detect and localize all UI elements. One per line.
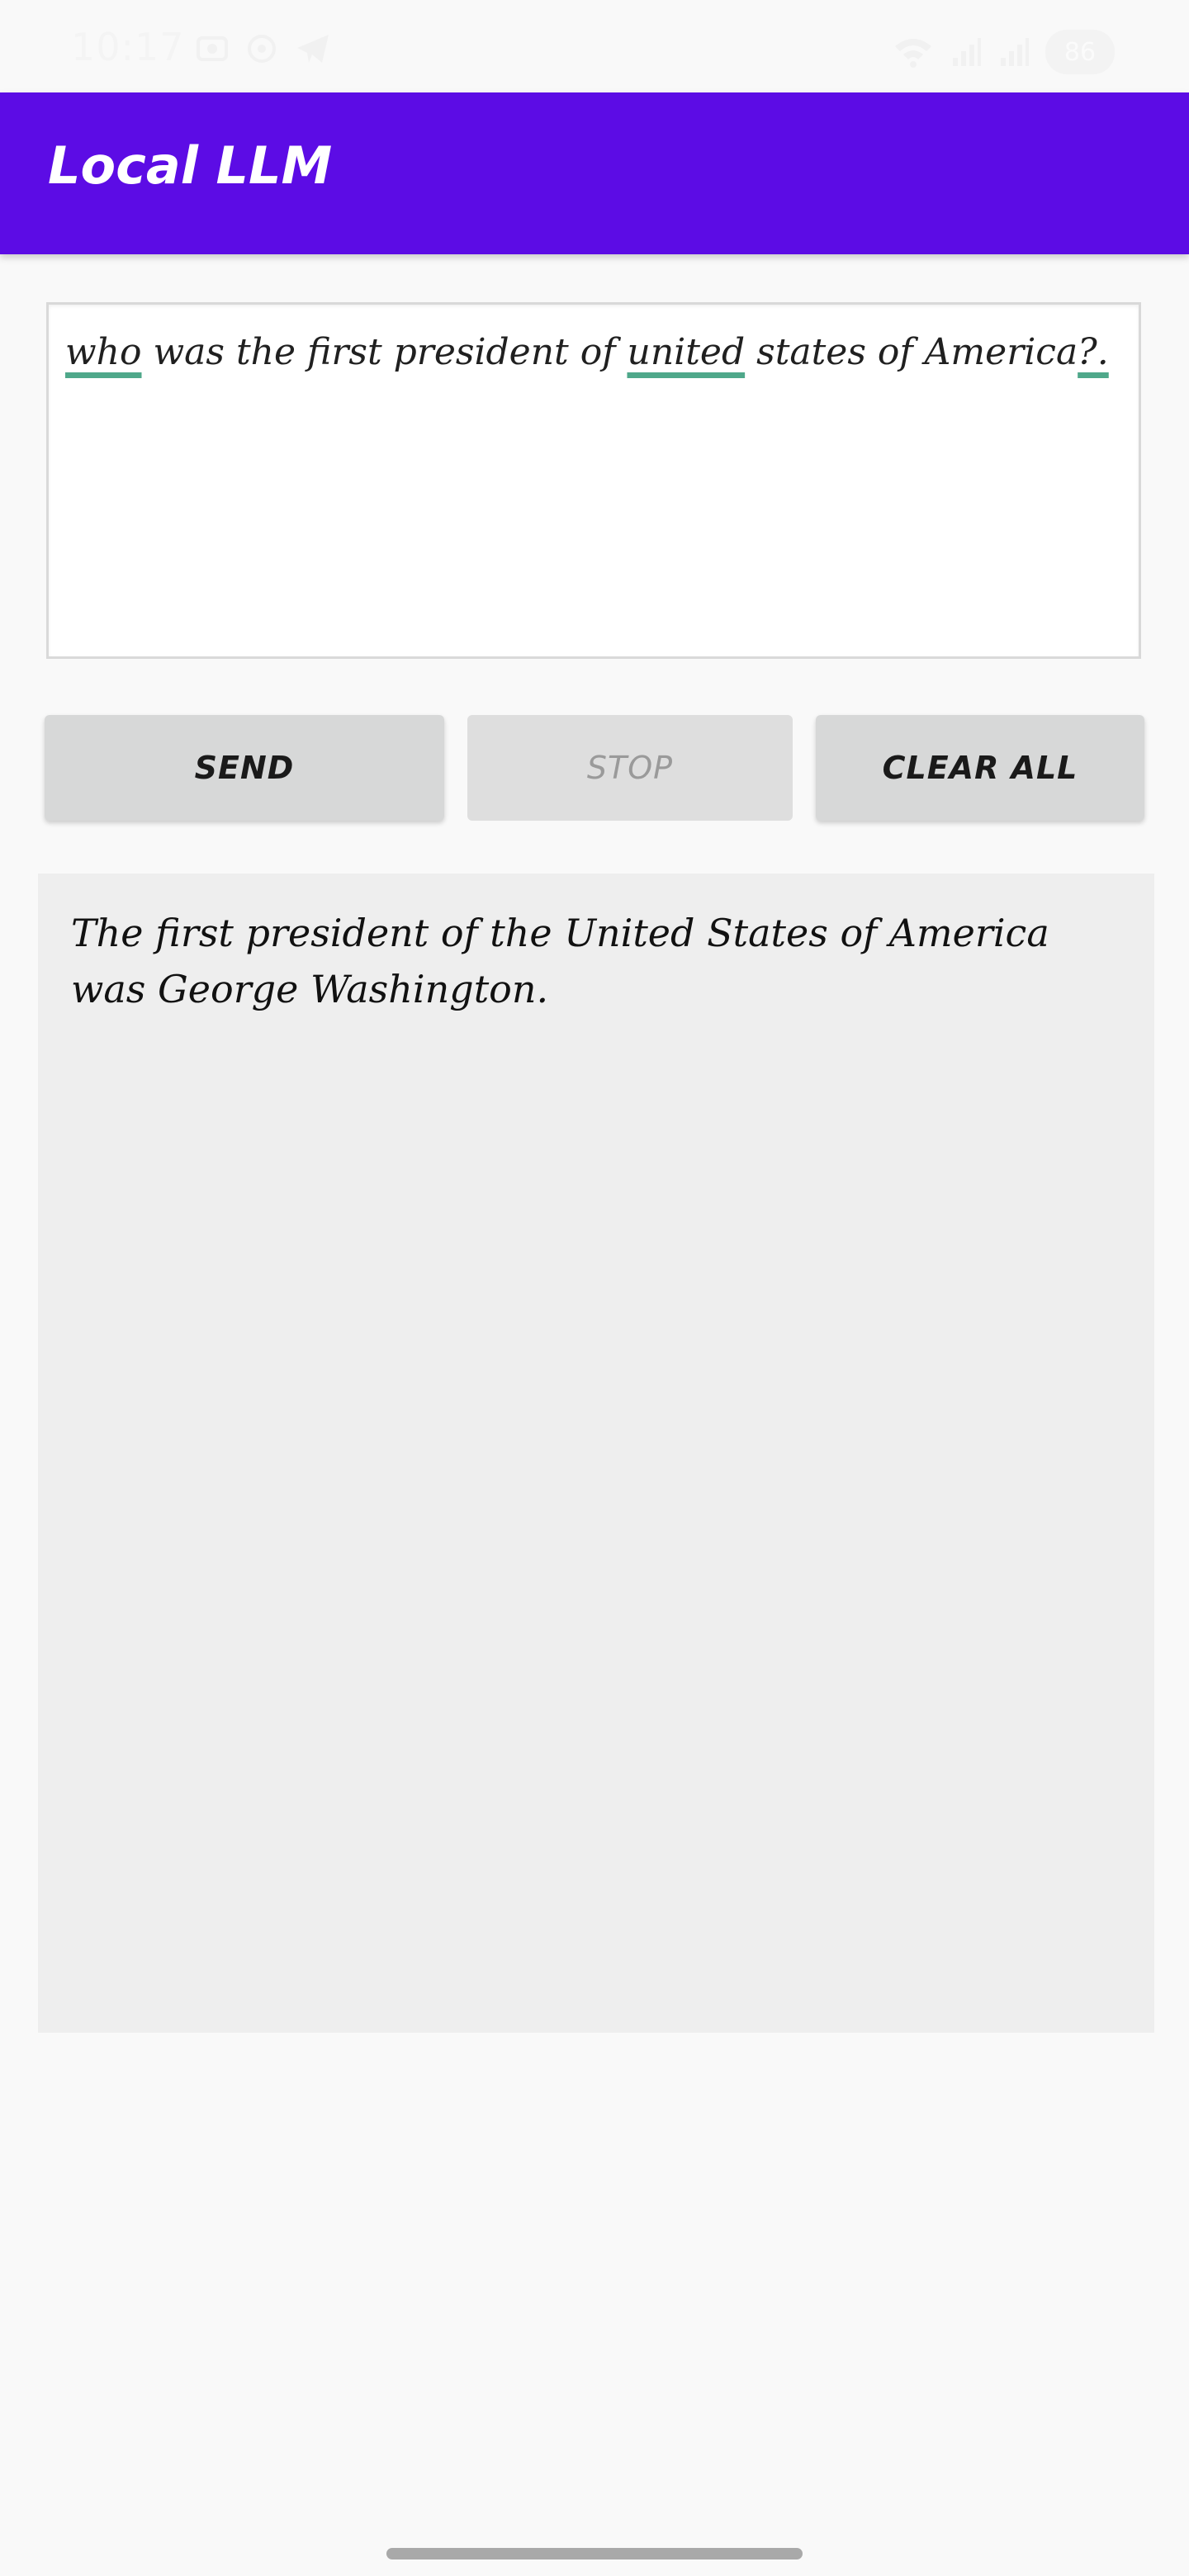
response-panel: The first president of the United States… [38,874,1154,2033]
stop-button[interactable]: STOP [467,715,793,821]
battery-indicator: 86 [1045,30,1115,74]
signal-icon [997,35,1030,69]
send-button[interactable]: SEND [45,715,444,821]
telegram-icon [294,31,332,66]
app-title: Local LLM [48,135,333,196]
prompt-word-flagged: who [65,331,142,373]
signal-icon [950,35,983,69]
gesture-nav-handle[interactable] [386,2548,803,2559]
prompt-word-flagged: united [627,331,746,373]
screenshot-icon [195,31,230,66]
wifi-icon [892,35,935,69]
settings-icon [244,31,279,66]
status-icons-right: 86 [892,30,1115,74]
prompt-text: who was the first president of united st… [65,326,1122,379]
prompt-text-segment: was the first president of [141,331,628,373]
prompt-word-flagged: ?. [1078,331,1109,373]
clear-all-button[interactable]: CLEAR ALL [816,715,1144,821]
prompt-input[interactable]: who was the first president of united st… [46,302,1141,659]
app-bar: Local LLM [0,92,1189,254]
status-time: 10:17 [71,25,185,69]
status-icons-left [195,31,332,66]
prompt-text-segment: states of America [745,331,1078,373]
status-bar: 10:17 86 [0,0,1189,92]
response-text: The first president of the United States… [71,911,1049,1011]
